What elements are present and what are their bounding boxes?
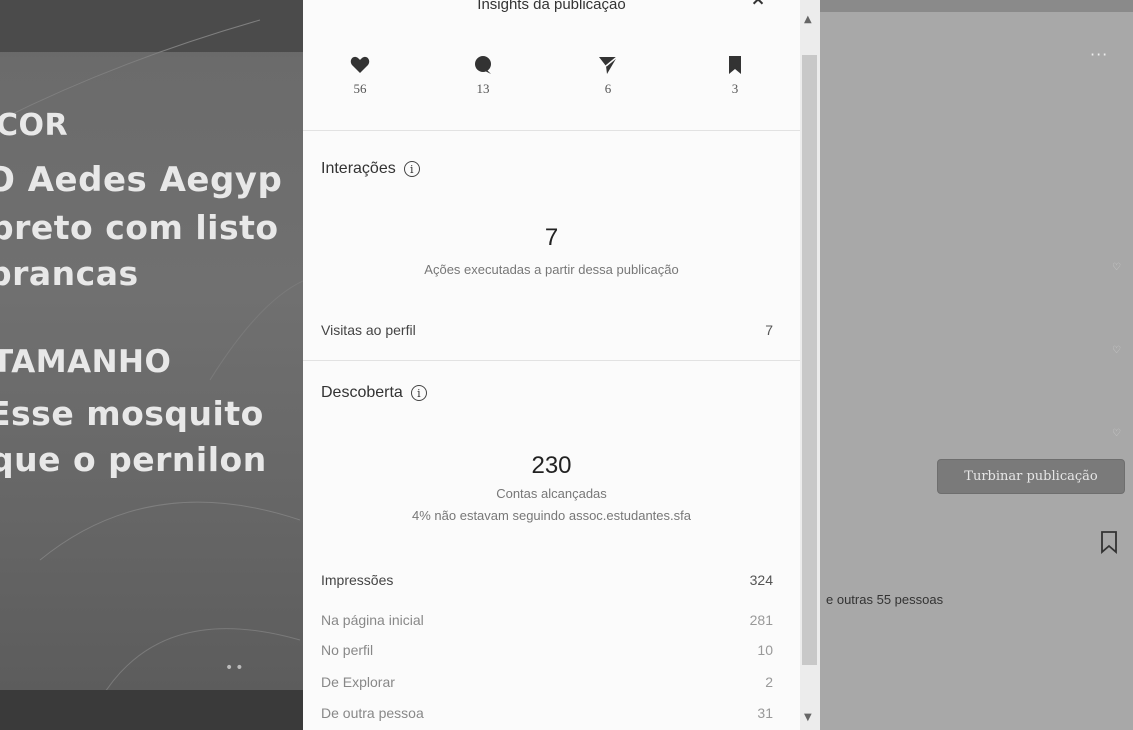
breakdown-label: Na página inicial bbox=[321, 612, 424, 628]
right-panel-top-edge bbox=[800, 0, 1133, 12]
discovery-label: Descoberta bbox=[321, 384, 403, 401]
info-icon[interactable]: i bbox=[403, 161, 420, 177]
modal-title: Insights da publicação bbox=[477, 0, 626, 13]
impressions-breakdown-row: De outra pessoa 31 bbox=[321, 705, 773, 721]
comment-like-icon[interactable]: ♡ bbox=[1112, 262, 1122, 273]
accounts-reached-label: Contas alcançadas bbox=[496, 486, 607, 501]
post-text-line-7: que o pernilon bbox=[0, 440, 267, 479]
carousel-dots: •• bbox=[225, 660, 246, 676]
interactions-title: Interações i bbox=[321, 160, 420, 178]
likes-summary[interactable]: e outras 55 pessoas bbox=[826, 592, 943, 607]
breakdown-value: 31 bbox=[757, 705, 773, 721]
interactions-total: 7 bbox=[544, 224, 559, 251]
stats-row: 56 13 6 3 bbox=[303, 55, 800, 115]
stat-likes: 56 bbox=[330, 55, 390, 97]
breakdown-label: De outra pessoa bbox=[321, 705, 424, 721]
bookmark-icon bbox=[705, 55, 765, 75]
collapse-icon[interactable]: ⌃ bbox=[748, 0, 768, 23]
boost-post-button[interactable]: Turbinar publicação bbox=[937, 459, 1125, 494]
scroll-thumb[interactable] bbox=[802, 55, 817, 665]
comments-count: 13 bbox=[476, 81, 490, 96]
heart-icon bbox=[330, 55, 390, 75]
shares-count: 6 bbox=[604, 81, 612, 96]
discovery-title: Descoberta i bbox=[321, 384, 427, 402]
profile-visits-value: 7 bbox=[765, 322, 773, 338]
post-image-bottom-band bbox=[0, 690, 305, 730]
likes-count: 56 bbox=[353, 81, 367, 96]
comment-icon bbox=[453, 55, 513, 75]
profile-visits-row: Visitas ao perfil 7 bbox=[321, 322, 773, 338]
post-text-line-2: O Aedes Aegyp bbox=[0, 160, 283, 200]
modal-scrollbar[interactable]: ▲ ▼ bbox=[800, 0, 820, 730]
scroll-down-arrow-icon[interactable]: ▼ bbox=[804, 712, 812, 723]
non-followers-text: 4% não estavam seguindo assoc.estudantes… bbox=[412, 508, 691, 523]
info-icon[interactable]: i bbox=[410, 385, 427, 401]
stat-saves: 3 bbox=[705, 55, 765, 97]
impressions-row: Impressões 324 bbox=[321, 572, 773, 588]
breakdown-label: De Explorar bbox=[321, 674, 395, 690]
save-icon[interactable] bbox=[1100, 530, 1118, 554]
post-text-line-5: TAMANHO bbox=[0, 344, 172, 380]
divider bbox=[303, 130, 800, 131]
breakdown-label: No perfil bbox=[321, 642, 374, 658]
stat-comments: 13 bbox=[453, 55, 513, 97]
scroll-up-arrow-icon[interactable]: ▲ bbox=[804, 14, 812, 25]
more-options-icon[interactable]: ··· bbox=[1090, 45, 1108, 64]
post-text-line-4: brancas bbox=[0, 254, 139, 293]
breakdown-value: 281 bbox=[749, 612, 773, 628]
comment-like-icon[interactable]: ♡ bbox=[1112, 345, 1122, 356]
impressions-breakdown-row: De Explorar 2 bbox=[321, 674, 773, 690]
right-panel-background bbox=[800, 0, 1133, 730]
stat-shares: 6 bbox=[578, 55, 638, 97]
share-icon bbox=[578, 55, 638, 75]
post-image: COR O Aedes Aegyp preto com listo branca… bbox=[0, 0, 305, 730]
modal-header: Insights da publicação bbox=[303, 0, 800, 20]
saves-count: 3 bbox=[731, 81, 739, 96]
impressions-value: 324 bbox=[749, 572, 773, 588]
interactions-label: Interações bbox=[321, 160, 396, 177]
comment-like-icon[interactable]: ♡ bbox=[1112, 428, 1122, 439]
post-text-line-3: preto com listo bbox=[0, 208, 279, 247]
interactions-subtitle: Ações executadas a partir dessa publicaç… bbox=[424, 262, 679, 277]
impressions-breakdown-row: Na página inicial 281 bbox=[321, 612, 773, 628]
impressions-label: Impressões bbox=[321, 572, 394, 588]
impressions-breakdown-row: No perfil 10 bbox=[321, 642, 773, 658]
breakdown-value: 2 bbox=[765, 674, 773, 690]
divider bbox=[303, 360, 800, 361]
post-text-line-1: COR bbox=[0, 108, 69, 143]
profile-visits-label: Visitas ao perfil bbox=[321, 322, 416, 338]
breakdown-value: 10 bbox=[757, 642, 773, 658]
insights-modal: Insights da publicação ⌃ 56 13 6 3 Inter… bbox=[303, 0, 800, 730]
accounts-reached-value: 230 bbox=[531, 452, 572, 479]
post-text-line-6: Esse mosquito bbox=[0, 394, 264, 433]
